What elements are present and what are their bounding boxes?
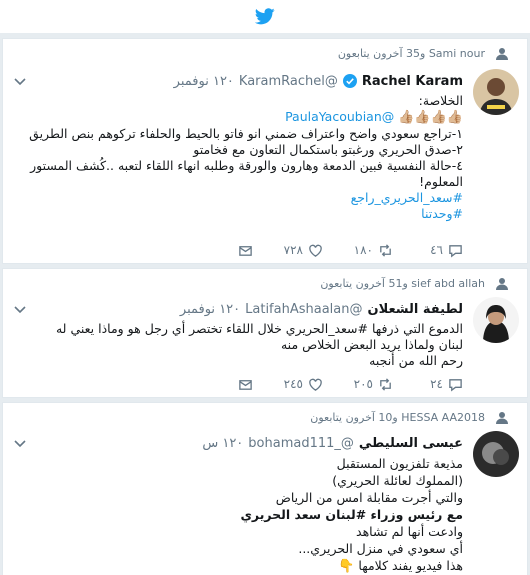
like-count: ٢٤٥ (283, 377, 303, 391)
follow-context: Sami nour و35 آخرون يتابعون (337, 47, 485, 60)
tweet-line: وادعت أنها لم تشاهد (356, 524, 463, 539)
person-icon (496, 412, 508, 424)
reply-button[interactable]: ٤٦ (393, 243, 463, 258)
author-name[interactable]: Rachel Karam (362, 74, 463, 89)
author-name[interactable]: عيسى السليطي (359, 436, 463, 451)
like-button[interactable]: ٧٢٨ (253, 243, 323, 258)
tweet-line: رحم الله من أنجبه (369, 353, 463, 368)
retweet-icon (380, 243, 391, 257)
tweet-card[interactable]: sief abd allah و51 آخرون يتابعون لطيفة ا… (2, 268, 528, 398)
tweet-header: لطيفة الشعلان @LatifahAshaalan ١٢٠ نوفمب… (33, 299, 463, 319)
reply-button[interactable]: ٢٤ (393, 377, 463, 392)
retweet-button[interactable]: ٢٠٥ (323, 377, 393, 392)
timeline[interactable]: Sami nour و35 آخرون يتابعون Rachel Karam… (0, 34, 530, 575)
heart-icon (309, 244, 322, 257)
reply-count: ٢٤ (430, 377, 443, 391)
hashtag-link[interactable]: #سعد_الحريري_راجع (13, 190, 463, 206)
person-icon (496, 48, 508, 60)
retweet-icon (380, 377, 391, 391)
author-name[interactable]: لطيفة الشعلان (368, 302, 464, 317)
follow-context: HESSA AA2018 و10 آخرون يتابعون (310, 411, 485, 424)
message-button[interactable] (183, 243, 253, 258)
envelope-icon (239, 245, 252, 256)
top-bar (0, 0, 530, 34)
like-count: ٧٢٨ (283, 243, 303, 257)
tweet-text: الدموع التي ذرفها #سعد_الحريري خلال اللق… (13, 321, 463, 369)
tweet-header: Rachel Karam @KaramRachel ١٢٠ نوفمبر (33, 71, 463, 91)
author-handle[interactable]: @_bohamad111 (248, 436, 354, 451)
follow-context: sief abd allah و51 آخرون يتابعون (320, 277, 485, 290)
author-handle[interactable]: @KaramRachel (239, 74, 338, 89)
envelope-icon (239, 379, 252, 390)
hashtag-link[interactable]: #وحدتنا (13, 206, 463, 222)
author-handle[interactable]: @LatifahAshaalan (245, 302, 362, 317)
timestamp[interactable]: ١٢٠ نوفمبر (180, 302, 240, 317)
tweet-line: والتي أجرت مقابلة امس من الرياض (275, 490, 463, 505)
tweet-line: ٢-صدق الحريري ورغبتو باستكمال التعاون مع… (193, 142, 463, 157)
tweet-line: ١-تراجع سعودي واضح واعتراف ضمني انو فاتو… (29, 126, 463, 141)
tweet-header: عيسى السليطي @_bohamad111 ١٢٠ س (33, 433, 463, 453)
twitter-bird-icon[interactable] (255, 8, 275, 25)
chevron-down-icon[interactable] (13, 77, 27, 87)
reply-count: ٤٦ (430, 243, 443, 257)
pointing-down-icon: 👇 (338, 559, 355, 574)
verified-badge-icon (342, 74, 357, 88)
timestamp[interactable]: ١٢٠ س (202, 436, 243, 451)
tweet-text: مذيعة تلفزيون المستقبل (المملوك لعائلة ا… (13, 455, 463, 575)
chevron-down-icon[interactable] (13, 305, 27, 315)
chevron-down-icon[interactable] (13, 439, 27, 449)
reply-icon (449, 244, 462, 257)
tweet-line: أي سعودي في منزل الحريري... (298, 541, 463, 556)
message-button[interactable] (183, 377, 253, 392)
tweet-line: المعلوم! (419, 174, 463, 189)
tweet-line: (المملوك لعائلة الحريري) (332, 473, 463, 488)
tweet-line: الدموع التي ذرفها #سعد_الحريري خلال اللق… (55, 321, 463, 336)
avatar[interactable] (473, 69, 519, 115)
tweet-line: ٤-حالة النفسية فبين الدمعة وهارون والورق… (30, 158, 463, 173)
tweet-actions: ٢٤ ٢٠٥ ٢٤٥ (13, 375, 463, 393)
tweet-text: الخلاصة: 👍🏼👍🏼👍🏼👍🏼 @PaulaYacoubian ١-تراج… (13, 93, 463, 222)
avatar[interactable] (473, 297, 519, 343)
tweet-card[interactable]: Sami nour و35 آخرون يتابعون Rachel Karam… (2, 38, 528, 264)
tweet-line: هذا فيديو يفند كلامها (358, 558, 463, 573)
like-button[interactable]: ٢٤٥ (253, 377, 323, 392)
timestamp[interactable]: ١٢٠ نوفمبر (174, 74, 234, 89)
retweet-button[interactable]: ١٨٠ (323, 243, 393, 258)
emoji-thumbs-up: 👍🏼👍🏼👍🏼👍🏼 (398, 110, 463, 125)
person-icon (496, 278, 508, 290)
retweet-count: ١٨٠ (353, 243, 373, 257)
reply-icon (449, 378, 462, 391)
tweet-line: مع رئيس وزراء #لبنان سعد الحريري (240, 507, 463, 522)
tweet-actions: ٤٦ ١٨٠ ٧٢٨ (13, 241, 463, 259)
mention-link[interactable]: @PaulaYacoubian (285, 109, 394, 124)
tweet-line: لبنان ولماذا يريد البعض الخلاص منه (280, 337, 463, 352)
tweet-line: مذيعة تلفزيون المستقبل (336, 456, 463, 471)
avatar[interactable] (473, 431, 519, 477)
retweet-count: ٢٠٥ (353, 377, 373, 391)
tweet-line: الخلاصة: (418, 93, 463, 108)
heart-icon (309, 378, 322, 391)
tweet-card[interactable]: HESSA AA2018 و10 آخرون يتابعون عيسى السل… (2, 402, 528, 575)
